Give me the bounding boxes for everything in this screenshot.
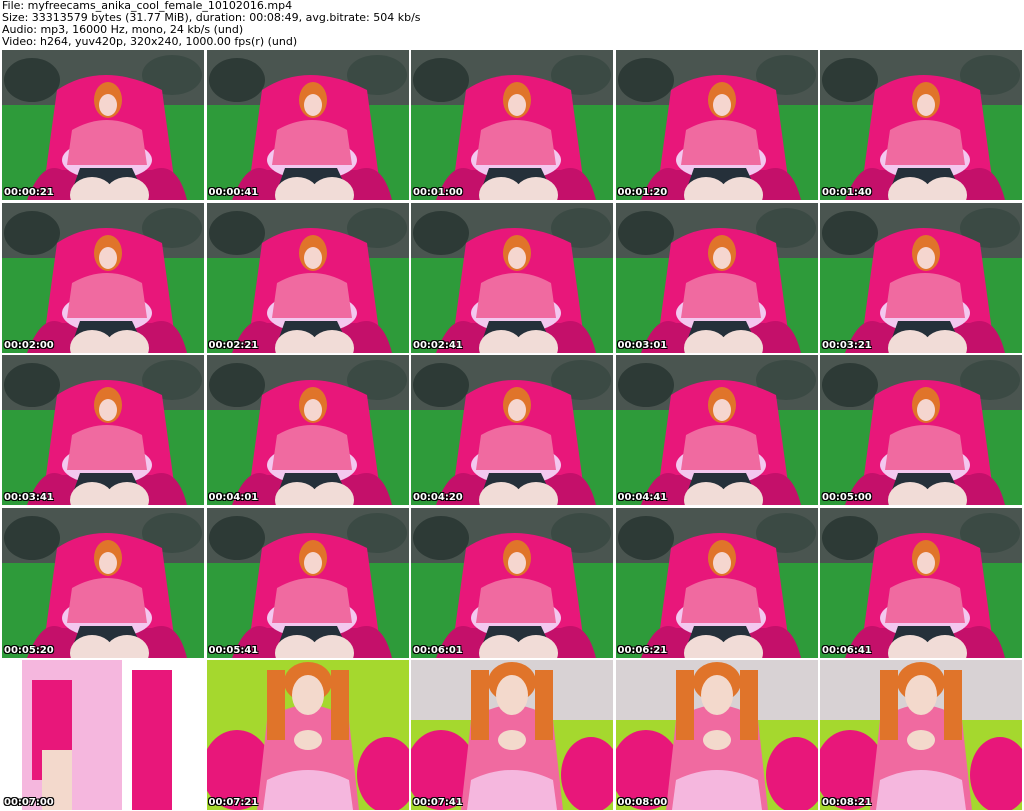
video-thumbnail: 00:05:20	[2, 507, 204, 658]
thumbnail-frame	[411, 355, 613, 505]
video-thumbnail: 00:03:21	[820, 202, 1022, 353]
thumbnail-frame	[615, 202, 818, 353]
thumbnail-timestamp: 00:02:41	[413, 339, 463, 351]
thumbnail-frame	[2, 355, 204, 505]
video-thumbnail: 00:03:41	[2, 355, 204, 505]
video-thumbnail: 00:08:00	[615, 660, 818, 810]
thumbnail-timestamp: 00:04:41	[617, 492, 668, 503]
video-thumbnail: 00:06:01	[411, 507, 613, 658]
thumbnail-timestamp: 00:01:20	[617, 187, 668, 198]
thumbnail-frame	[820, 50, 1022, 200]
thumbnail-timestamp: 00:06:01	[413, 644, 463, 656]
thumbnail-frame	[2, 50, 204, 200]
thumbnail-timestamp: 00:00:41	[208, 187, 259, 198]
thumbnail-timestamp: 00:05:20	[4, 644, 54, 656]
video-thumbnail: 00:04:01	[206, 355, 409, 505]
video-thumbnail: 00:05:00	[820, 355, 1022, 505]
thumbnail-timestamp: 00:01:00	[413, 187, 463, 198]
thumbnail-frame	[2, 202, 204, 353]
thumbnail-frame	[206, 202, 409, 353]
thumbnail-timestamp: 00:04:01	[208, 492, 259, 503]
video-thumbnail: 00:06:21	[615, 507, 818, 658]
video-thumbnail: 00:07:00	[2, 660, 204, 810]
video-thumbnail: 00:04:41	[615, 355, 818, 505]
thumbnail-timestamp: 00:07:21	[208, 797, 259, 808]
thumbnail-timestamp: 00:01:40	[822, 187, 872, 198]
video-thumbnail: 00:00:41	[206, 50, 409, 200]
thumbnail-timestamp: 00:00:21	[4, 187, 54, 198]
thumbnail-frame	[206, 50, 409, 200]
thumbnail-frame	[411, 660, 613, 810]
video-thumbnail: 00:01:40	[820, 50, 1022, 200]
thumbnail-timestamp: 00:06:41	[822, 644, 872, 656]
thumbnail-timestamp: 00:06:21	[617, 644, 668, 656]
video-thumbnail: 00:02:41	[411, 202, 613, 353]
video-thumbnail: 00:03:01	[615, 202, 818, 353]
thumbnail-frame	[206, 507, 409, 658]
thumbnail-timestamp: 00:04:20	[413, 492, 463, 503]
thumbnail-frame	[820, 507, 1022, 658]
thumbnail-timestamp: 00:08:21	[822, 797, 872, 808]
thumbnail-timestamp: 00:03:01	[617, 339, 668, 351]
thumbnail-frame	[615, 507, 818, 658]
video-thumbnail: 00:06:41	[820, 507, 1022, 658]
video-thumbnail: 00:02:21	[206, 202, 409, 353]
video-thumbnail: 00:08:21	[820, 660, 1022, 810]
thumbnail-timestamp: 00:02:21	[208, 339, 259, 351]
thumbnail-frame	[411, 202, 613, 353]
video-thumbnail: 00:05:41	[206, 507, 409, 658]
video-thumbnail: 00:01:00	[411, 50, 613, 200]
thumbnail-frame	[206, 355, 409, 505]
video-thumbnail: 00:02:00	[2, 202, 204, 353]
thumbnail-frame	[206, 660, 409, 810]
video-thumbnail: 00:04:20	[411, 355, 613, 505]
video-thumbnail: 00:00:21	[2, 50, 204, 200]
thumbnail-grid: 00:00:21 00:00:41 00:01:00 00:01:20 00:0…	[2, 50, 1022, 810]
video-thumbnail: 00:07:21	[206, 660, 409, 810]
video-thumbnail: 00:01:20	[615, 50, 818, 200]
thumbnail-frame	[820, 660, 1022, 810]
thumbnail-timestamp: 00:02:00	[4, 339, 54, 351]
thumbnail-frame	[820, 202, 1022, 353]
thumbnail-frame	[615, 50, 818, 200]
thumbnail-timestamp: 00:05:00	[822, 492, 872, 503]
video-info-line: Video: h264, yuv420p, 320x240, 1000.00 f…	[2, 35, 298, 48]
thumbnail-timestamp: 00:07:41	[413, 797, 463, 808]
thumbnail-timestamp: 00:03:21	[822, 339, 872, 351]
thumbnail-frame	[411, 50, 613, 200]
thumbnail-frame	[411, 507, 613, 658]
thumbnail-frame	[2, 660, 204, 810]
thumbnail-timestamp: 00:08:00	[617, 797, 668, 808]
thumbnail-frame	[615, 355, 818, 505]
thumbnail-timestamp: 00:07:00	[4, 797, 54, 808]
file-info-header: File: myfreecams_anika_cool_female_10102…	[2, 0, 1022, 48]
video-thumbnail: 00:07:41	[411, 660, 613, 810]
thumbnail-frame	[820, 355, 1022, 505]
thumbnail-timestamp: 00:03:41	[4, 492, 54, 503]
thumbnail-frame	[2, 507, 204, 658]
thumbnail-frame	[615, 660, 818, 810]
thumbnail-timestamp: 00:05:41	[208, 644, 259, 656]
